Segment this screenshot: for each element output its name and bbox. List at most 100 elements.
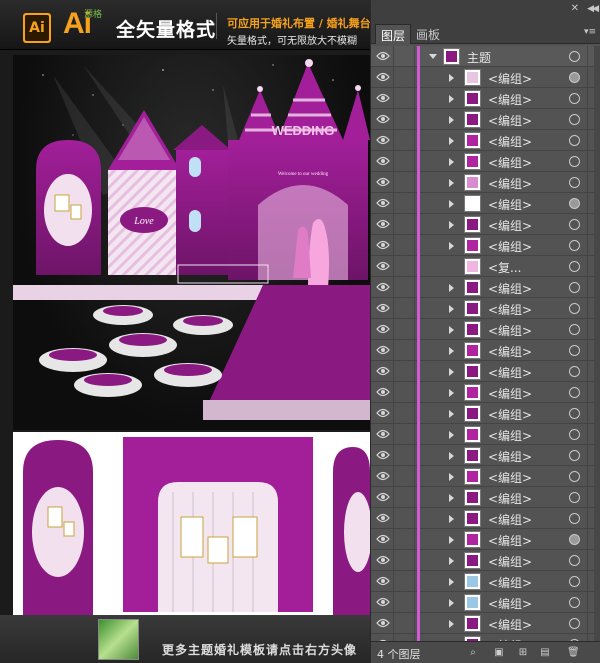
layer-row[interactable]: <编组> xyxy=(371,151,600,172)
visibility-eye-icon[interactable] xyxy=(376,282,390,292)
panel-close-icon[interactable]: ✕ xyxy=(571,3,579,14)
layers-scrollbar[interactable] xyxy=(594,46,600,641)
layer-name[interactable]: <编组> xyxy=(488,112,532,129)
visibility-eye-icon[interactable] xyxy=(376,135,390,145)
target-circle-icon[interactable] xyxy=(569,387,580,398)
lock-toggle[interactable] xyxy=(393,151,415,172)
lock-toggle[interactable] xyxy=(393,487,415,508)
layer-name[interactable]: <编组> xyxy=(488,280,532,297)
layer-row[interactable]: <编组> xyxy=(371,424,600,445)
expand-arrow-icon[interactable] xyxy=(449,515,454,523)
panel-menu-icon[interactable]: ▾≡ xyxy=(584,27,596,37)
lock-toggle[interactable] xyxy=(393,382,415,403)
target-circle-icon[interactable] xyxy=(569,345,580,356)
expand-arrow-icon[interactable] xyxy=(449,74,454,82)
expand-arrow-icon[interactable] xyxy=(449,242,454,250)
layer-row[interactable]: <编组> xyxy=(371,382,600,403)
expand-arrow-icon[interactable] xyxy=(449,452,454,460)
target-circle-icon[interactable] xyxy=(569,408,580,419)
expand-arrow-icon[interactable] xyxy=(449,536,454,544)
collapse-arrow-icon[interactable] xyxy=(429,54,437,59)
visibility-eye-icon[interactable] xyxy=(376,324,390,334)
visibility-eye-icon[interactable] xyxy=(376,492,390,502)
layer-name[interactable]: <编组> xyxy=(488,406,532,423)
layer-name[interactable]: <编组> xyxy=(488,574,532,591)
layer-row[interactable]: <编组> xyxy=(371,592,600,613)
lock-toggle[interactable] xyxy=(393,235,415,256)
visibility-eye-icon[interactable] xyxy=(376,618,390,628)
layer-name[interactable]: <编组> xyxy=(488,469,532,486)
new-layer-icon[interactable]: ▤ xyxy=(539,647,551,658)
target-circle-icon[interactable] xyxy=(569,93,580,104)
target-circle-icon[interactable] xyxy=(569,303,580,314)
target-circle-icon[interactable] xyxy=(569,135,580,146)
target-circle-icon[interactable] xyxy=(569,324,580,335)
layer-name[interactable]: <编组> xyxy=(488,364,532,381)
target-circle-icon[interactable] xyxy=(569,534,580,545)
target-circle-icon[interactable] xyxy=(569,366,580,377)
visibility-eye-icon[interactable] xyxy=(376,555,390,565)
expand-arrow-icon[interactable] xyxy=(449,473,454,481)
layer-name[interactable]: <编组> xyxy=(488,448,532,465)
target-circle-icon[interactable] xyxy=(569,240,580,251)
visibility-eye-icon[interactable] xyxy=(376,177,390,187)
target-circle-icon[interactable] xyxy=(569,618,580,629)
author-avatar[interactable] xyxy=(98,619,139,660)
lock-toggle[interactable] xyxy=(393,424,415,445)
tab-artboards[interactable]: 画板 xyxy=(411,24,445,44)
visibility-eye-icon[interactable] xyxy=(376,198,390,208)
expand-arrow-icon[interactable] xyxy=(449,200,454,208)
expand-arrow-icon[interactable] xyxy=(449,557,454,565)
make-clip-mask-icon[interactable]: ▣ xyxy=(493,647,505,658)
visibility-eye-icon[interactable] xyxy=(376,240,390,250)
expand-arrow-icon[interactable] xyxy=(449,599,454,607)
visibility-eye-icon[interactable] xyxy=(376,114,390,124)
layer-row[interactable]: <编组> xyxy=(371,130,600,151)
visibility-eye-icon[interactable] xyxy=(376,72,390,82)
layer-name[interactable]: <编组> xyxy=(488,595,532,612)
layer-row[interactable]: <编组> xyxy=(371,109,600,130)
target-circle-icon[interactable] xyxy=(569,555,580,566)
expand-arrow-icon[interactable] xyxy=(449,305,454,313)
layer-name[interactable]: <编组> xyxy=(488,322,532,339)
lock-toggle[interactable] xyxy=(393,592,415,613)
lock-toggle[interactable] xyxy=(393,403,415,424)
visibility-eye-icon[interactable] xyxy=(376,219,390,229)
visibility-eye-icon[interactable] xyxy=(376,576,390,586)
expand-arrow-icon[interactable] xyxy=(449,95,454,103)
target-circle-icon[interactable] xyxy=(569,261,580,272)
layer-row[interactable]: <复... xyxy=(371,256,600,277)
lock-toggle[interactable] xyxy=(393,508,415,529)
layer-row[interactable]: <编组> xyxy=(371,214,600,235)
visibility-eye-icon[interactable] xyxy=(376,471,390,481)
layer-row[interactable]: <编组> xyxy=(371,298,600,319)
expand-arrow-icon[interactable] xyxy=(449,116,454,124)
layer-row[interactable]: <编组> xyxy=(371,235,600,256)
layer-name[interactable]: <编组> xyxy=(488,217,532,234)
visibility-eye-icon[interactable] xyxy=(376,534,390,544)
lock-toggle[interactable] xyxy=(393,88,415,109)
new-sublayer-icon[interactable]: ⊞ xyxy=(517,647,529,658)
visibility-eye-icon[interactable] xyxy=(376,51,390,61)
layer-row[interactable]: <编组> xyxy=(371,319,600,340)
artboard-backdrop-preview[interactable] xyxy=(13,432,372,615)
layer-row[interactable]: <编组> xyxy=(371,193,600,214)
layer-row[interactable]: <编组> xyxy=(371,487,600,508)
visibility-eye-icon[interactable] xyxy=(376,387,390,397)
lock-toggle[interactable] xyxy=(393,109,415,130)
expand-arrow-icon[interactable] xyxy=(449,578,454,586)
expand-arrow-icon[interactable] xyxy=(449,494,454,502)
lock-toggle[interactable] xyxy=(393,634,415,641)
layer-row[interactable]: <编组> xyxy=(371,172,600,193)
lock-toggle[interactable] xyxy=(393,571,415,592)
visibility-eye-icon[interactable] xyxy=(376,303,390,313)
layer-name[interactable]: <复... xyxy=(488,259,522,276)
target-circle-icon[interactable] xyxy=(569,114,580,125)
target-circle-icon[interactable] xyxy=(569,219,580,230)
layer-name[interactable]: <编组> xyxy=(488,301,532,318)
lock-toggle[interactable] xyxy=(393,46,415,67)
panel-collapse-icon[interactable]: ◀◀ xyxy=(587,4,599,14)
lock-toggle[interactable] xyxy=(393,277,415,298)
layer-row[interactable]: <编组> xyxy=(371,571,600,592)
target-circle-icon[interactable] xyxy=(569,51,580,62)
